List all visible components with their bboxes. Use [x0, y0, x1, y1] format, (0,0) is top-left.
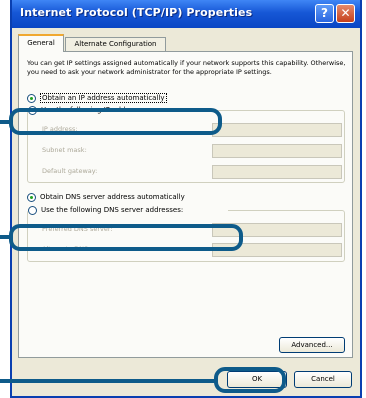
description-text: You can get IP settings assigned automat…	[27, 59, 346, 76]
radio-label: Obtain an IP address automatically	[40, 93, 167, 103]
subnet-mask-field	[212, 144, 342, 158]
callout-highlight-ip	[9, 108, 222, 135]
default-gateway-field	[212, 165, 342, 179]
ip-address-field	[212, 123, 342, 137]
dialog-title: Internet Protocol (TCP/IP) Properties	[20, 6, 253, 19]
callout-line-ok	[0, 379, 218, 383]
radio-label: Obtain DNS server address automatically	[40, 193, 185, 201]
subnet-mask-label: Subnet mask:	[42, 146, 87, 154]
help-button[interactable]: ?	[315, 4, 334, 23]
general-tab-panel: You can get IP settings assigned automat…	[18, 51, 353, 358]
advanced-button[interactable]: Advanced...	[279, 337, 345, 353]
radio-unselected-icon	[28, 206, 37, 215]
radio-selected-icon	[27, 193, 36, 202]
cancel-button[interactable]: Cancel	[294, 371, 352, 388]
title-bar[interactable]: Internet Protocol (TCP/IP) Properties ? …	[12, 0, 360, 28]
default-gateway-label: Default gateway:	[42, 167, 98, 175]
radio-selected-icon	[27, 94, 36, 103]
callout-highlight-ok	[214, 367, 286, 393]
radio-label: Use the following DNS server addresses:	[41, 206, 184, 214]
close-button[interactable]: ✕	[336, 4, 355, 23]
use-following-dns-radio[interactable]: Use the following DNS server addresses:	[28, 205, 228, 217]
callout-highlight-dns	[9, 224, 243, 251]
obtain-ip-automatically-radio[interactable]: Obtain an IP address automatically	[27, 93, 267, 105]
tcpip-properties-dialog: Internet Protocol (TCP/IP) Properties ? …	[10, 0, 362, 398]
tab-alternate-configuration[interactable]: Alternate Configuration	[65, 37, 166, 51]
obtain-dns-automatically-radio[interactable]: Obtain DNS server address automatically	[27, 192, 267, 204]
tab-general[interactable]: General	[18, 34, 64, 52]
